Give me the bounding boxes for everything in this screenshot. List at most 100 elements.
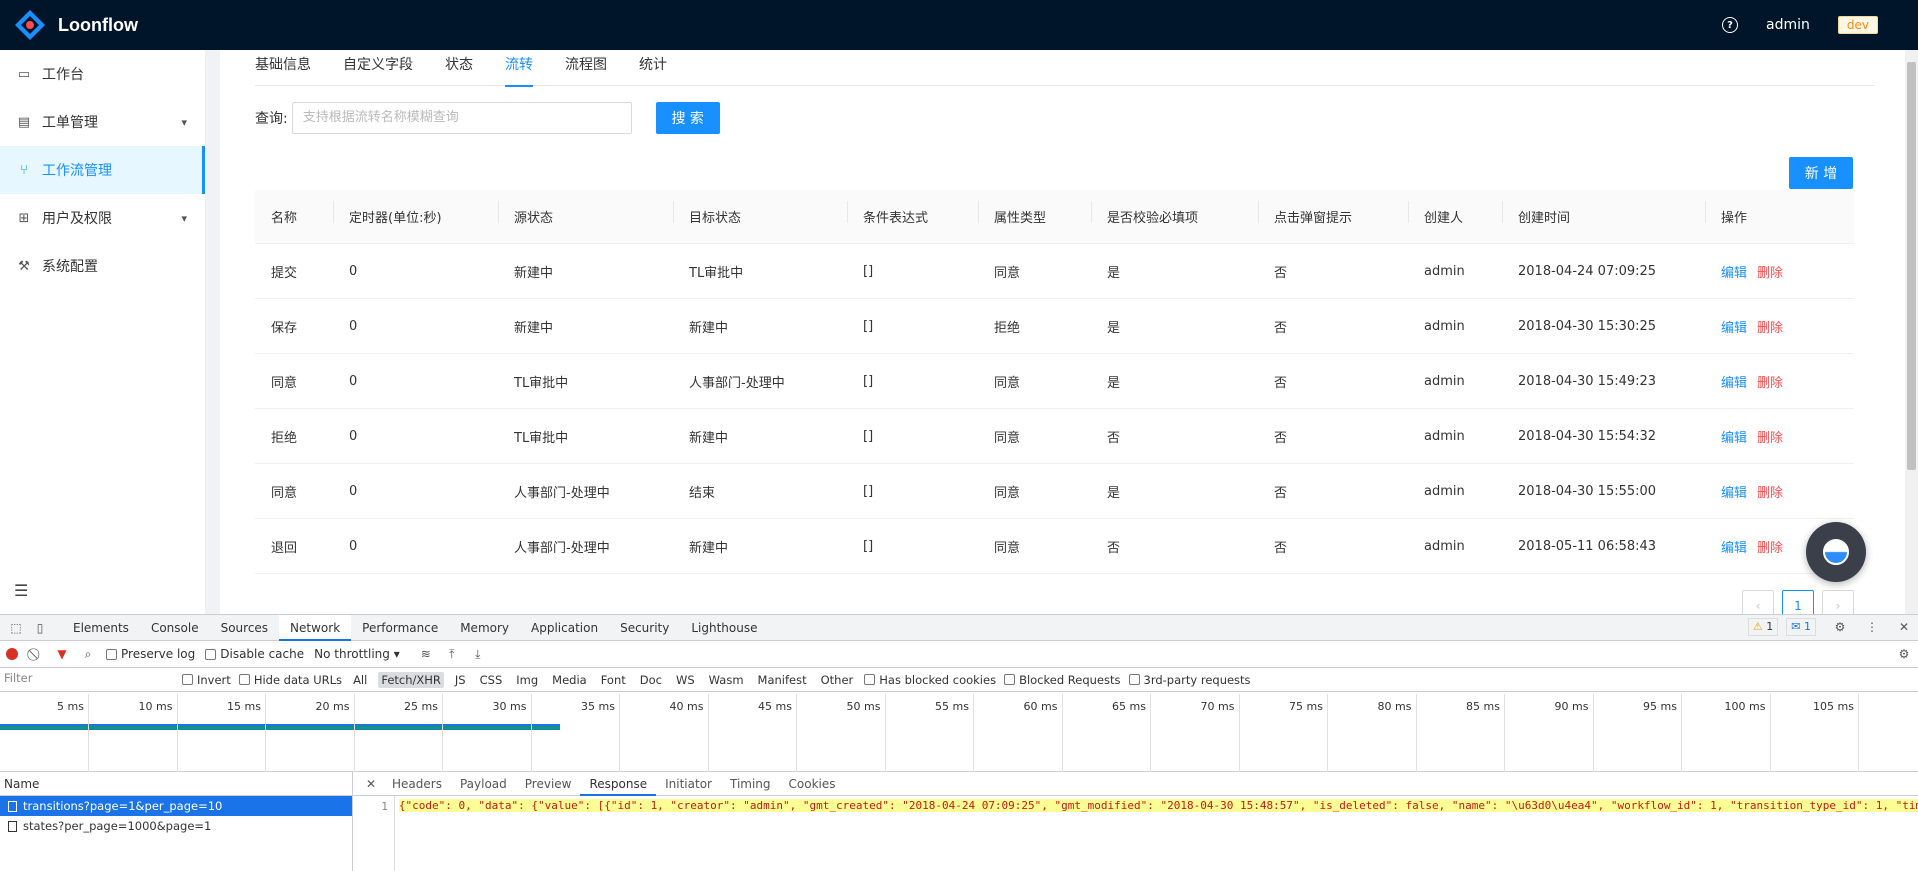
tab-states[interactable]: 状态: [445, 50, 473, 86]
filter-type-wasm[interactable]: Wasm: [706, 672, 747, 688]
request-row[interactable]: states?per_page=1000&page=1: [0, 816, 352, 836]
tab-statistics[interactable]: 统计: [639, 50, 667, 86]
question-circle-icon[interactable]: ?: [1722, 17, 1738, 33]
messages-badge[interactable]: ✉ 1: [1786, 618, 1816, 636]
devtools-tab-console[interactable]: Console: [140, 615, 210, 641]
invert-checkbox[interactable]: Invert: [182, 673, 231, 687]
edit-link[interactable]: 编辑: [1721, 266, 1747, 281]
device-toolbar-icon[interactable]: ▯: [32, 620, 48, 636]
detail-tab-timing[interactable]: Timing: [721, 772, 780, 796]
clear-icon[interactable]: ⃠: [28, 646, 44, 662]
sidebar-item-settings[interactable]: ⚒ 系统配置: [0, 242, 205, 290]
filter-type-font[interactable]: Font: [598, 672, 629, 688]
preserve-log-checkbox[interactable]: Preserve log: [106, 647, 195, 661]
tab-flowchart[interactable]: 流程图: [565, 50, 607, 86]
delete-link[interactable]: 删除: [1757, 321, 1783, 336]
inspect-element-icon[interactable]: ⬚: [8, 620, 24, 636]
tab-transitions[interactable]: 流转: [505, 50, 533, 86]
floating-assistant-button[interactable]: [1806, 522, 1866, 582]
delete-link[interactable]: 删除: [1757, 376, 1783, 391]
third-party-requests-checkbox[interactable]: 3rd-party requests: [1129, 673, 1251, 687]
close-icon[interactable]: ✕: [1896, 619, 1912, 635]
blocked-requests-checkbox[interactable]: Blocked Requests: [1004, 673, 1120, 687]
next-page-button[interactable]: ›: [1822, 590, 1854, 614]
detail-tab-headers[interactable]: Headers: [383, 772, 451, 796]
sidebar-item-workflows[interactable]: ⑂ 工作流管理: [0, 146, 205, 194]
tab-custom-fields[interactable]: 自定义字段: [343, 50, 413, 86]
devtools-tab-application[interactable]: Application: [520, 615, 609, 641]
timeline-tick-label: 80 ms: [1352, 700, 1412, 713]
devtools-tab-lighthouse[interactable]: Lighthouse: [680, 615, 768, 641]
has-blocked-cookies-checkbox[interactable]: Has blocked cookies: [864, 673, 996, 687]
devtools-tab-elements[interactable]: Elements: [62, 615, 140, 641]
download-icon[interactable]: ⤓: [470, 646, 486, 662]
menu-fold-icon[interactable]: ☰: [14, 581, 28, 600]
filter-type-manifest[interactable]: Manifest: [755, 672, 810, 688]
delete-link[interactable]: 删除: [1757, 266, 1783, 281]
detail-tab-payload[interactable]: Payload: [451, 772, 516, 796]
devtools-tab-security[interactable]: Security: [609, 615, 680, 641]
more-vertical-icon[interactable]: ⋮: [1864, 619, 1880, 635]
disable-cache-checkbox[interactable]: Disable cache: [205, 647, 304, 661]
filter-type-fetch-xhr[interactable]: Fetch/XHR: [378, 672, 444, 688]
detail-tab-preview[interactable]: Preview: [516, 772, 581, 796]
filter-type-js[interactable]: JS: [452, 672, 469, 688]
prev-page-button[interactable]: ‹: [1742, 590, 1774, 614]
cell-condition: []: [847, 539, 978, 554]
cell-timer: 0: [333, 484, 498, 499]
record-icon[interactable]: [6, 648, 18, 660]
delete-link[interactable]: 删除: [1757, 541, 1783, 556]
request-row[interactable]: transitions?page=1&per_page=10: [0, 796, 352, 816]
network-timeline[interactable]: 5 ms10 ms15 ms20 ms25 ms30 ms35 ms40 ms4…: [0, 694, 1918, 772]
filter-type-ws[interactable]: WS: [673, 672, 698, 688]
throttling-select[interactable]: No throttling ▾: [314, 647, 400, 661]
filter-type-doc[interactable]: Doc: [637, 672, 665, 688]
edit-link[interactable]: 编辑: [1721, 431, 1747, 446]
filter-icon[interactable]: ▼: [54, 646, 70, 662]
edit-link[interactable]: 编辑: [1721, 486, 1747, 501]
network-filter-bar: Filter Invert Hide data URLs All Fetch/X…: [0, 668, 1918, 692]
page-scrollbar[interactable]: [1905, 50, 1918, 614]
search-button[interactable]: 搜 索: [656, 102, 720, 134]
response-viewer[interactable]: 1 {"code": 0, "data": {"value": [{"id": …: [353, 796, 1918, 871]
scrollbar-thumb[interactable]: [1907, 62, 1916, 470]
page-1-button[interactable]: 1: [1782, 590, 1814, 614]
devtools-tab-memory[interactable]: Memory: [449, 615, 520, 641]
devtools-tab-performance[interactable]: Performance: [351, 615, 449, 641]
delete-link[interactable]: 删除: [1757, 486, 1783, 501]
close-icon[interactable]: ✕: [363, 776, 379, 792]
search-input[interactable]: 支持根据流转名称模糊查询: [292, 102, 632, 134]
wrench-icon: ⚒: [16, 259, 32, 274]
edit-link[interactable]: 编辑: [1721, 541, 1747, 556]
filter-type-img[interactable]: Img: [513, 672, 541, 688]
search-icon[interactable]: ⌕: [80, 646, 96, 662]
sidebar-item-tickets[interactable]: ▤ 工单管理 ▾: [0, 98, 205, 146]
detail-tab-response[interactable]: Response: [580, 772, 656, 796]
warnings-badge[interactable]: ⚠ 1: [1748, 618, 1778, 636]
delete-link[interactable]: 删除: [1757, 431, 1783, 446]
cell-creator: admin: [1408, 429, 1502, 444]
filter-type-other[interactable]: Other: [818, 672, 857, 688]
edit-link[interactable]: 编辑: [1721, 376, 1747, 391]
timeline-tick-label: 10 ms: [113, 700, 173, 713]
hide-data-urls-checkbox[interactable]: Hide data URLs: [239, 673, 342, 687]
detail-tab-initiator[interactable]: Initiator: [656, 772, 721, 796]
current-user[interactable]: admin: [1766, 17, 1810, 33]
wifi-icon[interactable]: ≋: [418, 646, 434, 662]
gear-icon[interactable]: ⚙: [1832, 619, 1848, 635]
network-settings-gear-icon[interactable]: ⚙: [1896, 646, 1912, 662]
sidebar-item-users[interactable]: ⊞ 用户及权限 ▾: [0, 194, 205, 242]
app-logo[interactable]: Loonflow: [14, 9, 138, 41]
devtools-tab-network[interactable]: Network: [279, 615, 351, 641]
filter-type-all[interactable]: All: [350, 672, 370, 688]
filter-type-media[interactable]: Media: [549, 672, 590, 688]
detail-tab-cookies[interactable]: Cookies: [780, 772, 845, 796]
devtools-tab-sources[interactable]: Sources: [210, 615, 279, 641]
tab-basic-info[interactable]: 基础信息: [255, 50, 311, 86]
filter-input[interactable]: Filter: [4, 671, 174, 689]
edit-link[interactable]: 编辑: [1721, 321, 1747, 336]
sidebar-item-workbench[interactable]: ▭ 工作台: [0, 50, 205, 98]
add-button[interactable]: 新 增: [1789, 157, 1853, 189]
upload-icon[interactable]: ⤒: [444, 646, 460, 662]
filter-type-css[interactable]: CSS: [477, 672, 506, 688]
